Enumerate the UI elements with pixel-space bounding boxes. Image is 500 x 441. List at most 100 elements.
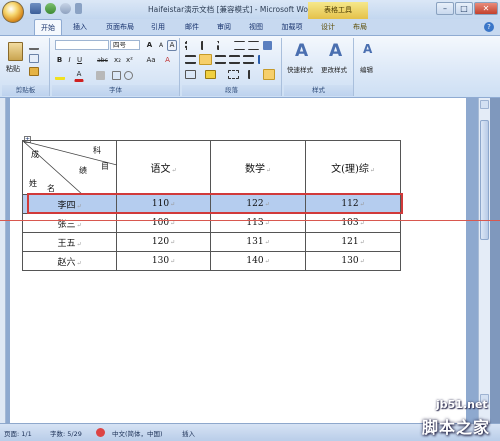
underline-button[interactable]: U: [75, 55, 84, 66]
tab-mailings[interactable]: 邮件: [180, 19, 204, 35]
font-name-select[interactable]: [55, 40, 109, 50]
tab-review[interactable]: 审阅: [212, 19, 236, 35]
sort-icon[interactable]: [263, 41, 272, 50]
diagonal-header-cell[interactable]: 成 科 绩 目 姓 名: [22, 140, 117, 195]
column-header-chinese[interactable]: 语文↵: [116, 140, 211, 195]
enclose-char-icon[interactable]: [124, 71, 133, 80]
save-icon[interactable]: [30, 3, 41, 14]
insert-mode[interactable]: 插入: [182, 428, 195, 438]
quick-styles-button[interactable]: A 快速样式: [286, 40, 318, 82]
customize-qat-icon[interactable]: [75, 3, 82, 14]
name-cell[interactable]: 张三↵: [22, 213, 117, 233]
score-cell[interactable]: 112↵: [305, 194, 401, 214]
align-right-icon[interactable]: [215, 55, 226, 64]
change-case-button[interactable]: Aa: [144, 55, 158, 66]
tab-references[interactable]: 引用: [146, 19, 170, 35]
name-cell[interactable]: 李四↵: [22, 194, 117, 214]
tab-layout[interactable]: 布局: [348, 19, 372, 35]
diag-label-right-bottom: 目: [101, 162, 109, 171]
score-cell[interactable]: 120↵: [116, 232, 211, 252]
paste-button[interactable]: 粘贴: [4, 40, 26, 82]
grow-font-button[interactable]: A: [144, 40, 155, 51]
score-cell[interactable]: 110↵: [116, 194, 211, 214]
vertical-scrollbar[interactable]: [478, 98, 490, 423]
multilevel-list-icon[interactable]: [217, 41, 229, 50]
char-border-button[interactable]: A: [167, 40, 177, 51]
styles-group: A 快速样式 A 更改样式 样式: [284, 38, 354, 96]
editing-button[interactable]: A 编辑: [358, 40, 378, 82]
superscript-button[interactable]: x²: [124, 55, 135, 66]
column-header-combined[interactable]: 文(理)综↵: [305, 140, 401, 195]
close-button[interactable]: ✕: [474, 2, 498, 15]
table-row[interactable]: 赵六↵ 130↵ 140↵ 130↵: [22, 251, 401, 271]
strikethrough-button[interactable]: abc: [95, 55, 110, 66]
score-cell[interactable]: 131↵: [210, 232, 306, 252]
change-styles-button[interactable]: A 更改样式: [320, 40, 352, 82]
score-cell[interactable]: 121↵: [305, 232, 401, 252]
decrease-indent-icon[interactable]: [234, 41, 245, 50]
tab-insert[interactable]: 插入: [68, 19, 92, 35]
tab-home[interactable]: 开始: [34, 19, 62, 35]
numbering-icon[interactable]: [201, 41, 213, 50]
table-row[interactable]: 张三↵ 100↵ 113↵ 103↵: [22, 213, 401, 233]
office-button[interactable]: [2, 1, 24, 23]
minimize-button[interactable]: –: [436, 2, 454, 15]
bullets-icon[interactable]: [185, 41, 197, 50]
ribbon: 粘贴 剪贴板 四号 A A A B I U abc x₂ x² Aa A A 字…: [0, 35, 500, 98]
cell-end-mark: ↵: [76, 202, 82, 210]
name-cell[interactable]: 王五↵: [22, 232, 117, 252]
tab-view[interactable]: 视图: [244, 19, 268, 35]
tab-page-layout[interactable]: 页面布局: [100, 19, 140, 35]
font-color-button[interactable]: A: [74, 69, 84, 82]
name-cell[interactable]: 赵六↵: [22, 251, 117, 271]
undo-icon[interactable]: [45, 3, 56, 14]
borders-icon[interactable]: [228, 70, 239, 79]
score-cell[interactable]: 103↵: [305, 213, 401, 233]
document-page[interactable]: + 成 科 绩 目 姓 名 语文↵ 数学↵ 文(理)综↵ 李四↵ 110↵ 12…: [10, 98, 466, 423]
table-row[interactable]: 王五↵ 120↵ 131↵ 121↵: [22, 232, 401, 252]
font-size-select[interactable]: 四号: [110, 40, 140, 50]
align-center-icon[interactable]: [199, 54, 212, 65]
table-row[interactable]: 李四↵ 110↵ 122↵ 112↵: [22, 194, 401, 214]
help-icon[interactable]: ?: [484, 22, 494, 32]
spellcheck-icon[interactable]: [96, 428, 105, 437]
clear-formatting-button[interactable]: A: [162, 55, 173, 66]
distributed-icon[interactable]: [243, 55, 254, 64]
word-count[interactable]: 字数: 5/29: [50, 428, 82, 438]
bold-button[interactable]: B: [55, 55, 64, 66]
align-left-icon[interactable]: [185, 55, 196, 64]
justify-icon[interactable]: [229, 55, 240, 64]
page-indicator[interactable]: 页面: 1/1: [4, 428, 32, 438]
show-marks-icon[interactable]: [248, 70, 259, 79]
char-shading-icon[interactable]: [96, 71, 105, 80]
column-header-math[interactable]: 数学↵: [210, 140, 306, 195]
italic-button[interactable]: I: [65, 55, 74, 66]
score-cell[interactable]: 122↵: [210, 194, 306, 214]
score-cell[interactable]: 100↵: [116, 213, 211, 233]
line-spacing-icon[interactable]: [258, 55, 269, 64]
score-cell[interactable]: 130↵: [116, 251, 211, 271]
cut-icon[interactable]: [29, 42, 39, 50]
score-cell[interactable]: 140↵: [210, 251, 306, 271]
redo-icon[interactable]: [60, 3, 71, 14]
pilcrow-icon[interactable]: [263, 69, 275, 80]
increase-indent-icon[interactable]: [248, 41, 259, 50]
copy-icon[interactable]: [29, 54, 39, 63]
score-cell[interactable]: 130↵: [305, 251, 401, 271]
shrink-font-button[interactable]: A: [156, 40, 166, 51]
format-painter-icon[interactable]: [29, 67, 39, 76]
tab-design[interactable]: 设计: [316, 19, 340, 35]
score-cell[interactable]: 113↵: [210, 213, 306, 233]
phonetic-icon[interactable]: [112, 71, 121, 80]
shading-icon[interactable]: [205, 70, 216, 79]
subscript-button[interactable]: x₂: [112, 55, 123, 66]
language-indicator[interactable]: 中文(简体，中国): [112, 428, 163, 438]
highlight-icon[interactable]: [55, 71, 65, 80]
tab-addins[interactable]: 加载项: [276, 19, 308, 35]
chinese-layout-icon[interactable]: [185, 70, 196, 79]
score-table[interactable]: 成 科 绩 目 姓 名 语文↵ 数学↵ 文(理)综↵ 李四↵ 110↵ 122↵…: [22, 140, 401, 271]
scroll-up-button[interactable]: [480, 100, 489, 109]
student-name: 张三: [57, 219, 76, 230]
scroll-thumb[interactable]: [480, 120, 489, 240]
maximize-button[interactable]: □: [455, 2, 473, 15]
